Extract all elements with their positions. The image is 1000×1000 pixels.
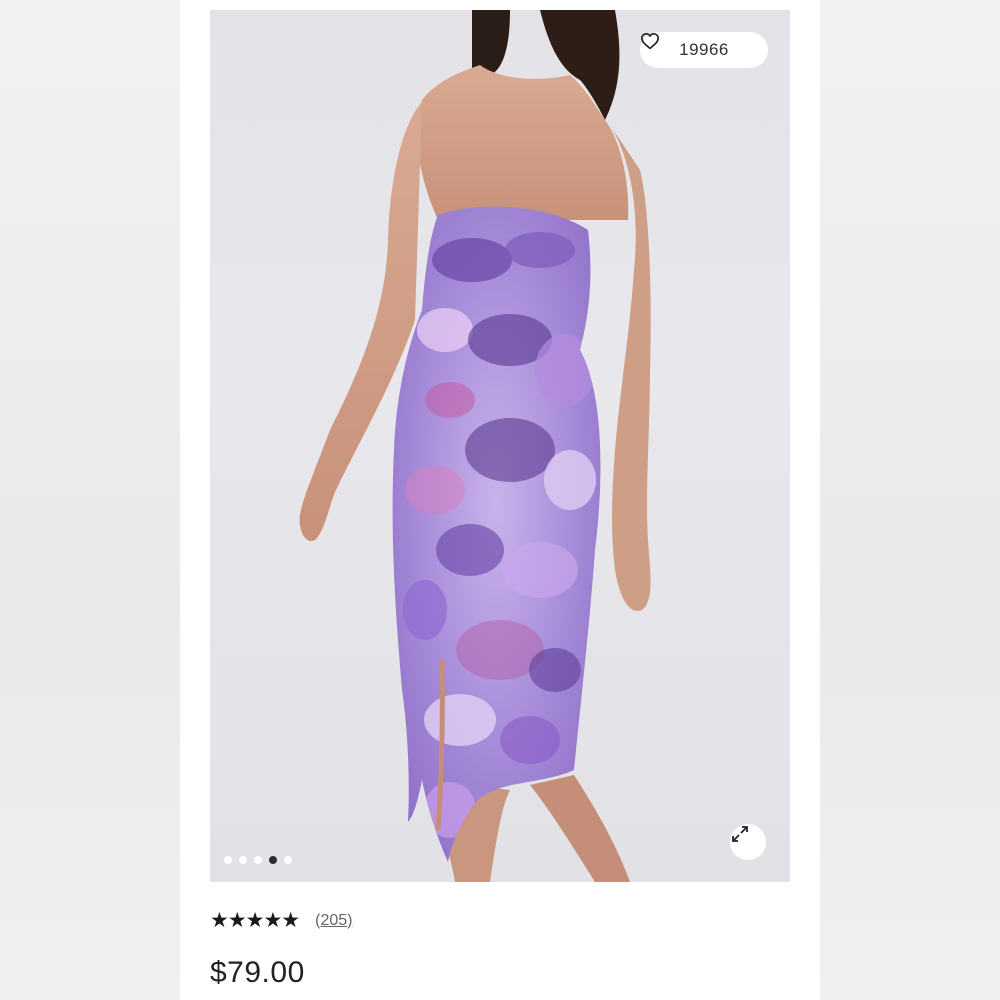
rating-row: ★★★★★ (205) xyxy=(210,908,353,933)
right-blurred-backdrop xyxy=(820,0,1000,1000)
pager-dot[interactable] xyxy=(239,856,247,864)
pager-dot-active[interactable] xyxy=(269,856,277,864)
like-count: 19966 xyxy=(679,40,729,59)
image-pager xyxy=(224,856,292,864)
product-card: 19966 ★★★★★ (205) $79.00 xyxy=(180,0,820,1000)
pager-dot[interactable] xyxy=(254,856,262,864)
left-blurred-backdrop xyxy=(0,0,180,1000)
pager-dot[interactable] xyxy=(284,856,292,864)
model-photo xyxy=(299,10,651,882)
star-rating: ★★★★★ xyxy=(210,909,300,932)
product-price: $79.00 xyxy=(210,956,305,989)
expand-image-button[interactable] xyxy=(730,824,766,860)
like-button[interactable]: 19966 xyxy=(640,32,768,68)
heart-icon xyxy=(640,32,659,50)
expand-icon xyxy=(732,826,748,842)
review-count-link[interactable]: (205) xyxy=(315,912,352,930)
product-image[interactable]: 19966 xyxy=(210,10,790,882)
pager-dot[interactable] xyxy=(224,856,232,864)
